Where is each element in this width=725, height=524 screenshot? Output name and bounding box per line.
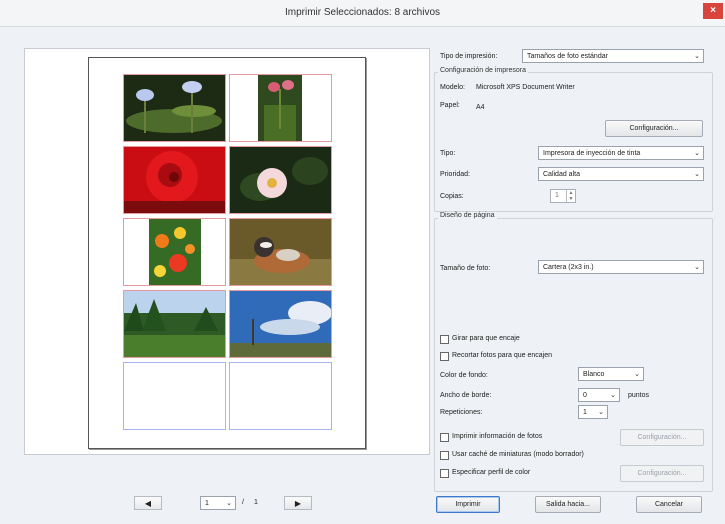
crop-fit-label: Recortar fotos para que encajen [452, 352, 553, 359]
blue-sky-image [230, 291, 331, 357]
photo-size-select[interactable]: Cartera (2x3 in.) ⌄ [538, 260, 704, 274]
print-info-label: Imprimir información de fotos [452, 433, 543, 440]
photo-size-value: Cartera (2x3 in.) [543, 264, 594, 271]
chevron-down-icon: ⌄ [226, 500, 232, 507]
copies-stepper[interactable]: 1 ▲ ▼ [550, 189, 576, 203]
print-info-config-button[interactable]: Configuración... [620, 429, 704, 446]
priority-value: Calidad alta [543, 171, 580, 178]
forest-meadow-image [124, 291, 225, 357]
print-type-select[interactable]: Tamaños de foto estándar ⌄ [522, 49, 704, 63]
model-label: Modelo: [440, 84, 465, 91]
thumb-cache-checkbox[interactable] [440, 451, 449, 460]
photo-mandarin-duck[interactable] [229, 218, 332, 286]
page-design-title: Diseño de página [438, 212, 497, 219]
printer-config-title: Configuración de impresora [438, 67, 528, 74]
print-type-value: Tamaños de foto estándar [527, 53, 608, 60]
chevron-down-icon: ⌄ [694, 171, 700, 178]
cancel-button[interactable]: Cancelar [636, 496, 702, 513]
border-units: puntos [628, 392, 650, 399]
copies-value: 1 [555, 192, 559, 199]
photo-white-flower[interactable] [229, 146, 332, 214]
color-profile-checkbox[interactable] [440, 469, 449, 478]
photo-water-lilies[interactable] [123, 74, 226, 142]
white-flower-image [230, 147, 331, 213]
photo-wildflowers[interactable] [123, 218, 226, 286]
mandarin-duck-image [230, 219, 331, 285]
rotate-fit-label: Girar para que encaje [452, 335, 520, 342]
window-title: Imprimir Seleccionados: 8 archivos [284, 7, 441, 18]
printer-config-button[interactable]: Configuración... [605, 120, 703, 137]
photo-size-label: Tamaño de foto: [440, 265, 491, 272]
photo-red-tulips[interactable] [229, 74, 332, 142]
close-button[interactable]: × [703, 3, 723, 19]
print-button[interactable]: Imprimir [436, 496, 500, 513]
empty-photo-slot [229, 362, 332, 430]
repetitions-select[interactable]: 1 ⌄ [578, 405, 608, 419]
printer-type-select[interactable]: Impresora de inyección de tinta ⌄ [538, 146, 704, 160]
chevron-down-icon: ⌄ [694, 53, 700, 60]
printer-type-value: Impresora de inyección de tinta [543, 150, 641, 157]
repetitions-value: 1 [583, 409, 587, 416]
photo-blue-sky[interactable] [229, 290, 332, 358]
crop-fit-checkbox[interactable] [440, 352, 449, 361]
color-profile-config-button[interactable]: Configuración... [620, 465, 704, 482]
page-total: 1 [254, 499, 258, 506]
print-type-label: Tipo de impresión: [440, 53, 498, 60]
photo-red-rose[interactable] [123, 146, 226, 214]
thumb-cache-label: Usar caché de miniaturas (modo borrador) [452, 451, 584, 458]
page-select[interactable]: 1 ⌄ [200, 496, 236, 510]
type-label: Tipo: [440, 150, 456, 157]
chevron-down-icon: ⌄ [610, 392, 616, 399]
border-width-select[interactable]: 0 ⌄ [578, 388, 620, 402]
wildflowers-image [149, 219, 201, 285]
red-tulips-image [258, 75, 302, 141]
page-number: 1 [205, 500, 209, 507]
chevron-down-icon: ⌄ [694, 264, 700, 271]
save-as-button[interactable]: Salida hacia... [535, 496, 601, 513]
bg-color-label: Color de fondo: [440, 372, 488, 379]
chevron-down-icon: ⌄ [694, 150, 700, 157]
priority-label: Prioridad: [440, 171, 470, 178]
priority-select[interactable]: Calidad alta ⌄ [538, 167, 704, 181]
photo-forest-meadow[interactable] [123, 290, 226, 358]
preview-page [88, 57, 366, 449]
page-separator: / [242, 499, 244, 506]
border-width-label: Ancho de borde: [440, 392, 492, 399]
model-value: Microsoft XPS Document Writer [476, 84, 575, 91]
color-profile-label: Especificar perfil de color [452, 469, 531, 476]
empty-photo-slot [123, 362, 226, 430]
bg-color-value: Blanco [583, 371, 605, 378]
red-rose-image [124, 147, 225, 213]
border-width-value: 0 [583, 392, 587, 399]
previous-page-button[interactable]: ◀ [134, 496, 162, 510]
stepper-arrows-icon[interactable]: ▲ ▼ [566, 190, 575, 202]
bg-color-select[interactable]: Blanco ⌄ [578, 367, 644, 381]
chevron-down-icon: ⌄ [598, 409, 604, 416]
next-page-button[interactable]: ▶ [284, 496, 312, 510]
water-lilies-image [124, 75, 225, 141]
rotate-fit-checkbox[interactable] [440, 335, 449, 344]
chevron-down-icon: ⌄ [634, 371, 640, 378]
repetitions-label: Repeticiones: [440, 409, 483, 416]
paper-value: A4 [476, 104, 485, 111]
print-info-checkbox[interactable] [440, 433, 449, 442]
paper-label: Papel: [440, 102, 460, 109]
copies-label: Copias: [440, 193, 464, 200]
